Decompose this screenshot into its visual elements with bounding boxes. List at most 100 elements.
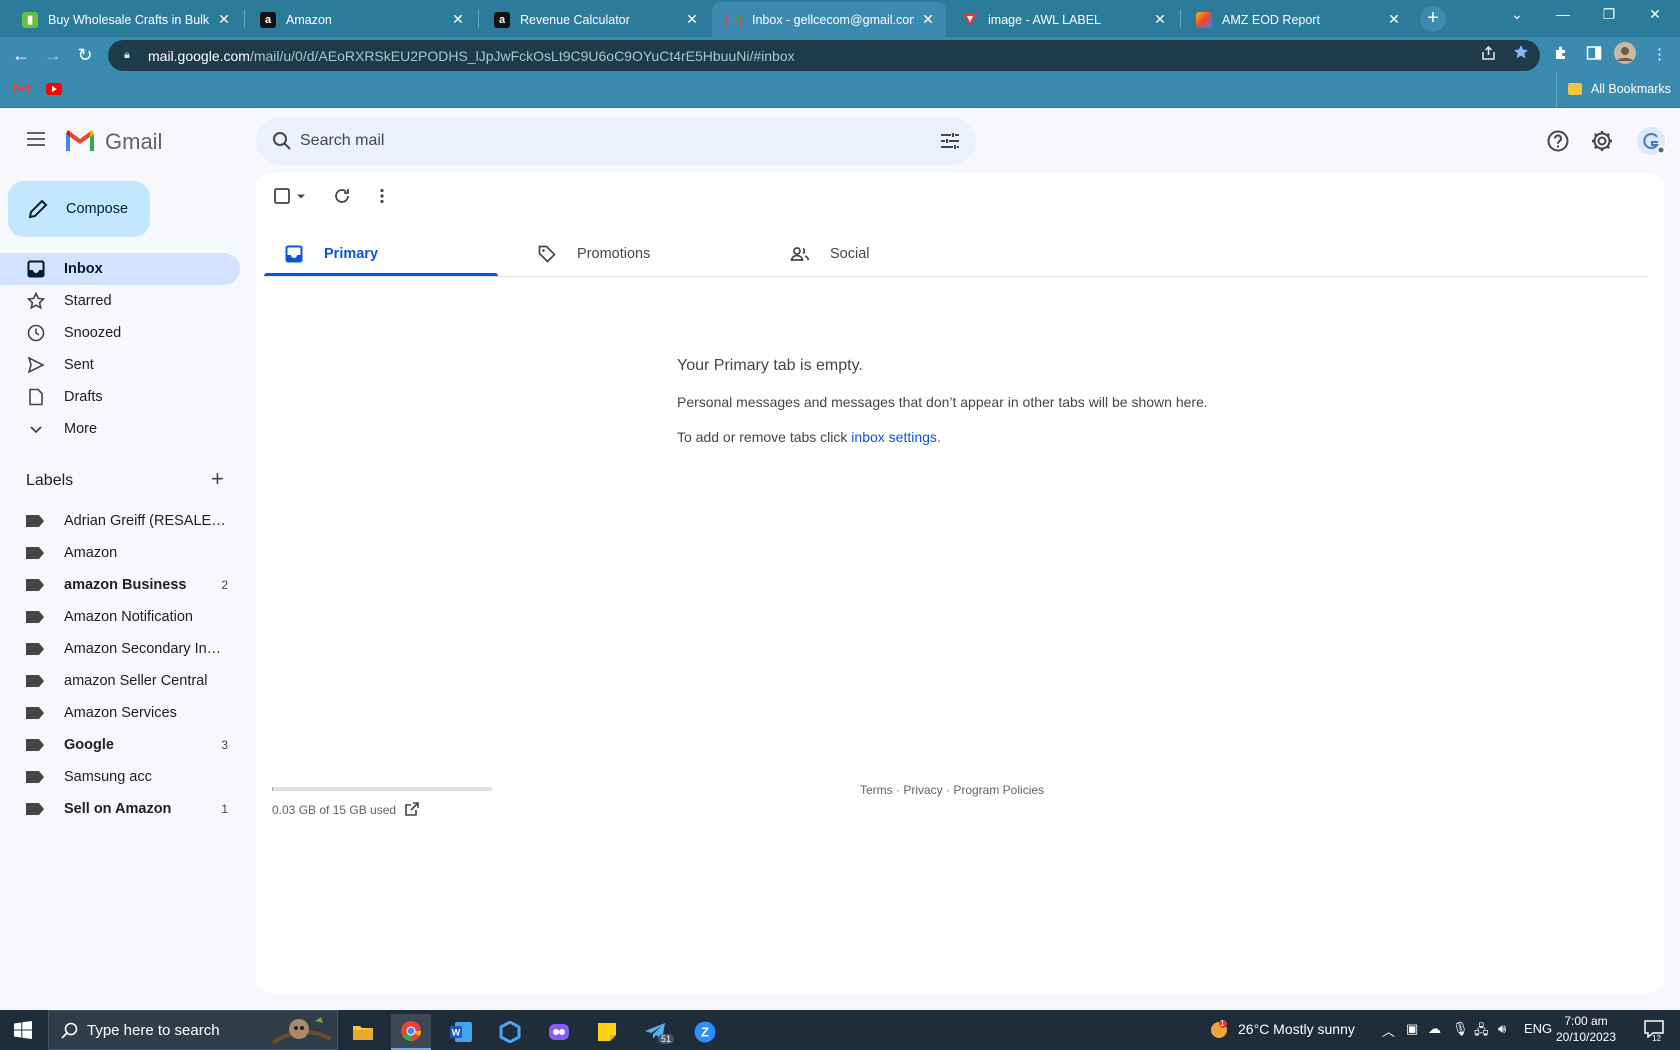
close-tab-icon[interactable]: ✕ [450, 11, 466, 28]
browser-menu-icon[interactable]: ⋮ [1652, 45, 1667, 63]
copilot-icon[interactable] [490, 1014, 530, 1050]
browser-tab-wholesale-crafts[interactable]: ▮ Buy Wholesale Crafts in Bulk, C ✕ [8, 2, 242, 37]
tab-social[interactable]: Social [770, 232, 1004, 276]
more-actions-icon[interactable] [372, 186, 392, 206]
weather-icon[interactable] [1208, 1019, 1230, 1044]
sidebar-item-starred[interactable]: Starred [0, 285, 240, 317]
settings-gear-icon[interactable] [1589, 128, 1615, 154]
show-hidden-icons-icon[interactable]: ︿ [1382, 1021, 1395, 1040]
chrome-taskbar-icon[interactable] [391, 1014, 431, 1050]
youtube-bookmark-icon[interactable] [46, 82, 62, 96]
share-icon[interactable] [1481, 45, 1496, 64]
volume-icon[interactable]: 🔊︎ [1498, 1021, 1506, 1037]
create-label-icon[interactable]: + [211, 468, 224, 490]
weather-text[interactable]: 26°C Mostly sunny [1238, 1021, 1355, 1037]
close-tab-icon[interactable]: ✕ [216, 11, 232, 28]
open-storage-external-icon[interactable] [404, 801, 420, 817]
browser-tab-revenue-calculator[interactable]: a Revenue Calculator ✕ [480, 2, 710, 37]
search-icon[interactable] [270, 129, 294, 153]
all-bookmarks-button[interactable]: All Bookmarks [1568, 82, 1671, 96]
file-explorer-icon[interactable] [343, 1014, 383, 1050]
taskbar-search-box[interactable]: Type here to search [48, 1010, 338, 1050]
address-bar[interactable]: 🔒︎ mail.google.com/mail/u/0/d/AEoRXRSkEU… [108, 40, 1540, 71]
close-tab-icon[interactable]: ✕ [684, 11, 700, 28]
tab-search-icon[interactable]: ⌄ [1494, 0, 1540, 30]
browser-tab-gmail-inbox[interactable]: Inbox - gellcecom@gmail.com ✕ [712, 2, 946, 37]
label-item[interactable]: amazon Seller Central [0, 665, 240, 697]
tab-promotions[interactable]: Promotions [517, 232, 751, 276]
sticky-notes-icon[interactable] [587, 1014, 627, 1050]
label-item[interactable]: Sell on Amazon 1 [0, 793, 240, 825]
input-language[interactable]: ENG [1524, 1021, 1552, 1036]
word-icon[interactable]: W [441, 1014, 481, 1050]
refresh-icon[interactable] [332, 186, 352, 206]
profile-avatar-icon[interactable] [1614, 42, 1636, 68]
label-item[interactable]: Google 3 [0, 729, 240, 761]
google-account-avatar-icon[interactable] [1636, 126, 1666, 156]
label-item[interactable]: Amazon Notification [0, 601, 240, 633]
clipchamp-icon[interactable] [539, 1014, 579, 1050]
extensions-icon[interactable] [1553, 45, 1569, 65]
label-name: Adrian Greiff (RESALE C... [64, 513, 228, 529]
sidebar-item-more[interactable]: More [0, 413, 240, 445]
browser-toolbar: ← → ↻ 🔒︎ mail.google.com/mail/u/0/d/AEoR… [0, 37, 1680, 73]
label-item[interactable]: amazon Business 2 [0, 569, 240, 601]
main-menu-icon[interactable] [24, 128, 48, 152]
storage-usage-text: 0.03 GB of 15 GB used [272, 803, 397, 817]
gmail-bookmark-icon[interactable] [14, 82, 30, 96]
sidebar-item-snoozed[interactable]: Snoozed [0, 317, 240, 349]
sidebar-item-drafts[interactable]: Drafts [0, 381, 240, 413]
close-window-icon[interactable]: ✕ [1632, 0, 1678, 30]
back-icon[interactable]: ← [8, 43, 34, 69]
forward-icon[interactable]: → [40, 43, 66, 69]
taskbar-search-placeholder: Type here to search [87, 1021, 220, 1039]
footer-links[interactable]: Terms · Privacy · Program Policies [860, 783, 1044, 797]
browser-tab-amazon[interactable]: a Amazon ✕ [246, 2, 476, 37]
telegram-icon[interactable]: 51 [636, 1014, 676, 1050]
meet-now-icon[interactable]: ▣ [1406, 1021, 1418, 1037]
new-tab-button[interactable]: + [1420, 6, 1446, 32]
reload-icon[interactable]: ↻ [72, 43, 98, 69]
system-clock[interactable]: 7:00 am 20/10/2023 [1554, 1013, 1618, 1045]
zoom-icon[interactable]: Z [685, 1014, 725, 1050]
microphone-icon[interactable]: 🎙︎ [1452, 1021, 1469, 1037]
side-panel-icon[interactable] [1586, 45, 1602, 65]
onedrive-cloud-icon[interactable]: ☁︎ [1428, 1021, 1441, 1037]
notifications-count: 12 [1652, 1034, 1661, 1043]
label-item[interactable]: Amazon Services [0, 697, 240, 729]
inbox-settings-link[interactable]: inbox settings [851, 429, 937, 445]
select-all-checkbox[interactable] [272, 186, 292, 206]
close-tab-icon[interactable]: ✕ [920, 11, 936, 28]
close-tab-icon[interactable]: ✕ [1152, 11, 1168, 28]
svg-text:W: W [452, 1028, 461, 1038]
clock-icon [26, 323, 46, 343]
label-item[interactable]: Amazon Secondary Invit... [0, 633, 240, 665]
close-tab-icon[interactable]: ✕ [1386, 11, 1402, 28]
tab-title: Buy Wholesale Crafts in Bulk, C [48, 12, 210, 27]
search-options-icon[interactable] [938, 129, 962, 153]
tab-separator [244, 10, 245, 28]
sidebar-item-label: Drafts [64, 389, 103, 405]
select-dropdown-icon[interactable] [294, 186, 308, 206]
lock-icon: 🔒︎ [124, 49, 130, 61]
help-icon[interactable] [1545, 128, 1571, 154]
bookmark-star-icon[interactable] [1513, 44, 1529, 63]
inbox-tab-icon [285, 245, 303, 263]
search-input[interactable] [300, 125, 860, 157]
restore-icon[interactable]: ❐ [1586, 0, 1632, 30]
compose-button[interactable]: Compose [8, 181, 150, 237]
windows-start-icon[interactable] [14, 1021, 32, 1039]
browser-tab-awl-label[interactable]: image - AWL LABEL ✕ [948, 2, 1178, 37]
empty-state-settings-hint: To add or remove tabs click inbox settin… [677, 429, 941, 445]
label-item[interactable]: Adrian Greiff (RESALE C... [0, 505, 240, 537]
network-icon[interactable]: 🖧︎ [1474, 1021, 1489, 1043]
sidebar-item-inbox[interactable]: Inbox [0, 253, 240, 285]
browser-tab-amz-eod-report[interactable]: AMZ EOD Report ✕ [1182, 2, 1412, 37]
sidebar-item-label: Snoozed [64, 325, 122, 341]
gmail-logo-icon[interactable] [64, 127, 96, 153]
label-item[interactable]: Amazon [0, 537, 240, 569]
tab-primary[interactable]: Primary [264, 232, 498, 276]
sidebar-item-sent[interactable]: Sent [0, 349, 240, 381]
label-item[interactable]: Samsung acc [0, 761, 240, 793]
minimize-icon[interactable]: — [1540, 0, 1586, 30]
